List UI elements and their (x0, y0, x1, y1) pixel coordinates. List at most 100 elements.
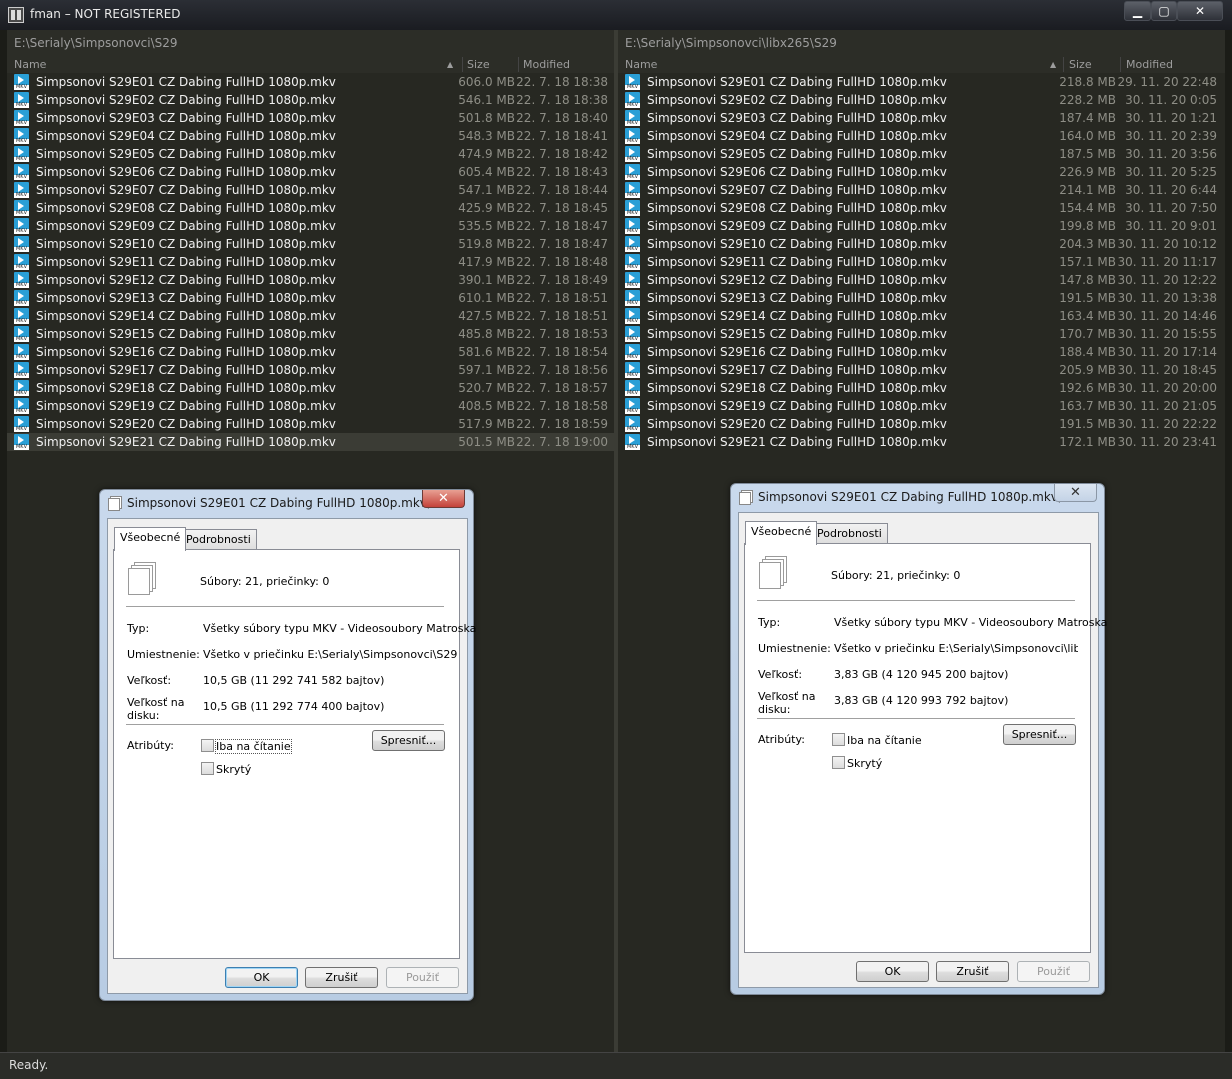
dialog-title: Simpsonovi S29E01 CZ Dabing FullHD 1080p… (127, 496, 462, 510)
file-row[interactable]: Simpsonovi S29E12 CZ Dabing FullHD 1080p… (7, 271, 614, 289)
tab-details[interactable]: Podrobnosti (811, 523, 888, 545)
file-row[interactable]: Simpsonovi S29E14 CZ Dabing FullHD 1080p… (618, 307, 1225, 325)
readonly-label[interactable]: Iba na čítanie (847, 734, 922, 747)
file-row[interactable]: Simpsonovi S29E18 CZ Dabing FullHD 1080p… (618, 379, 1225, 397)
file-row[interactable]: Simpsonovi S29E06 CZ Dabing FullHD 1080p… (618, 163, 1225, 181)
file-list[interactable]: Simpsonovi S29E01 CZ Dabing FullHD 1080p… (618, 73, 1225, 451)
file-row[interactable]: Simpsonovi S29E12 CZ Dabing FullHD 1080p… (618, 271, 1225, 289)
column-name[interactable]: Name (14, 56, 46, 73)
mkv-file-icon (14, 308, 29, 324)
column-modified[interactable]: Modified (523, 56, 570, 73)
file-row[interactable]: Simpsonovi S29E20 CZ Dabing FullHD 1080p… (7, 415, 614, 433)
file-name: Simpsonovi S29E01 CZ Dabing FullHD 1080p… (647, 75, 947, 89)
file-row[interactable]: Simpsonovi S29E17 CZ Dabing FullHD 1080p… (618, 361, 1225, 379)
file-size: 535.5 MB (458, 219, 515, 233)
close-window-button[interactable]: ✕ (1177, 1, 1223, 21)
file-row[interactable]: Simpsonovi S29E02 CZ Dabing FullHD 1080p… (7, 91, 614, 109)
hidden-checkbox[interactable] (832, 756, 845, 769)
file-name: Simpsonovi S29E11 CZ Dabing FullHD 1080p… (647, 255, 947, 269)
readonly-checkbox[interactable] (832, 733, 845, 746)
dialog-close-button[interactable]: ✕ (422, 490, 465, 508)
column-separator[interactable] (1063, 57, 1064, 72)
size-on-disk-label: Veľkosť na (758, 690, 816, 703)
advanced-button[interactable]: Spresniť... (1003, 724, 1076, 745)
apply-button[interactable]: Použiť (1017, 961, 1090, 982)
file-row[interactable]: Simpsonovi S29E03 CZ Dabing FullHD 1080p… (618, 109, 1225, 127)
window-title: fman – NOT REGISTERED (30, 7, 181, 21)
hidden-checkbox[interactable] (201, 762, 214, 775)
column-size[interactable]: Size (467, 56, 490, 73)
cancel-button[interactable]: Zrušiť (305, 967, 378, 988)
minimize-button[interactable]: ▁ (1124, 1, 1151, 21)
file-row[interactable]: Simpsonovi S29E01 CZ Dabing FullHD 1080p… (618, 73, 1225, 91)
file-list[interactable]: Simpsonovi S29E01 CZ Dabing FullHD 1080p… (7, 73, 614, 451)
file-row[interactable]: Simpsonovi S29E17 CZ Dabing FullHD 1080p… (7, 361, 614, 379)
hidden-label[interactable]: Skrytý (216, 763, 251, 776)
column-name[interactable]: Name (625, 56, 657, 73)
file-row[interactable]: Simpsonovi S29E05 CZ Dabing FullHD 1080p… (618, 145, 1225, 163)
file-row[interactable]: Simpsonovi S29E10 CZ Dabing FullHD 1080p… (7, 235, 614, 253)
readonly-checkbox[interactable] (201, 739, 214, 752)
file-row[interactable]: Simpsonovi S29E14 CZ Dabing FullHD 1080p… (7, 307, 614, 325)
file-size: 164.0 MB (1059, 129, 1116, 143)
file-row[interactable]: Simpsonovi S29E10 CZ Dabing FullHD 1080p… (618, 235, 1225, 253)
file-row[interactable]: Simpsonovi S29E01 CZ Dabing FullHD 1080p… (7, 73, 614, 91)
ok-button[interactable]: OK (856, 961, 929, 982)
readonly-label[interactable]: Iba na čítanie (215, 739, 292, 754)
file-row[interactable]: Simpsonovi S29E08 CZ Dabing FullHD 1080p… (7, 199, 614, 217)
file-row[interactable]: Simpsonovi S29E11 CZ Dabing FullHD 1080p… (618, 253, 1225, 271)
file-modified: 30. 11. 20 5:25 (1125, 165, 1217, 179)
properties-dialog-right[interactable]: Simpsonovi S29E01 CZ Dabing FullHD 1080p… (730, 483, 1107, 995)
file-row[interactable]: Simpsonovi S29E04 CZ Dabing FullHD 1080p… (618, 127, 1225, 145)
file-row[interactable]: Simpsonovi S29E04 CZ Dabing FullHD 1080p… (7, 127, 614, 145)
path-bar[interactable]: E:\Serialy\Simpsonovci\libx265\S29 (618, 30, 1225, 56)
file-row[interactable]: Simpsonovi S29E09 CZ Dabing FullHD 1080p… (7, 217, 614, 235)
apply-button[interactable]: Použiť (386, 967, 459, 988)
file-name: Simpsonovi S29E19 CZ Dabing FullHD 1080p… (647, 399, 947, 413)
file-modified: 30. 11. 20 22:22 (1117, 417, 1217, 431)
ok-button[interactable]: OK (225, 967, 298, 988)
properties-dialog-left[interactable]: Simpsonovi S29E01 CZ Dabing FullHD 1080p… (99, 489, 476, 1001)
file-row[interactable]: Simpsonovi S29E08 CZ Dabing FullHD 1080p… (618, 199, 1225, 217)
file-row[interactable]: Simpsonovi S29E07 CZ Dabing FullHD 1080p… (618, 181, 1225, 199)
file-row[interactable]: Simpsonovi S29E13 CZ Dabing FullHD 1080p… (618, 289, 1225, 307)
file-row[interactable]: Simpsonovi S29E02 CZ Dabing FullHD 1080p… (618, 91, 1225, 109)
file-row[interactable]: Simpsonovi S29E09 CZ Dabing FullHD 1080p… (618, 217, 1225, 235)
column-separator[interactable] (1120, 57, 1121, 72)
maximize-button[interactable]: ▢ (1151, 1, 1177, 21)
column-modified[interactable]: Modified (1126, 56, 1173, 73)
mkv-file-icon (14, 92, 29, 108)
advanced-button[interactable]: Spresniť... (372, 730, 445, 751)
file-row[interactable]: Simpsonovi S29E03 CZ Dabing FullHD 1080p… (7, 109, 614, 127)
file-row[interactable]: Simpsonovi S29E19 CZ Dabing FullHD 1080p… (618, 397, 1225, 415)
file-row[interactable]: Simpsonovi S29E06 CZ Dabing FullHD 1080p… (7, 163, 614, 181)
file-size: 163.4 MB (1059, 309, 1116, 323)
hidden-label[interactable]: Skrytý (847, 757, 882, 770)
tab-details[interactable]: Podrobnosti (180, 529, 257, 551)
file-row[interactable]: Simpsonovi S29E21 CZ Dabing FullHD 1080p… (7, 433, 614, 451)
file-row[interactable]: Simpsonovi S29E18 CZ Dabing FullHD 1080p… (7, 379, 614, 397)
file-row[interactable]: Simpsonovi S29E15 CZ Dabing FullHD 1080p… (7, 325, 614, 343)
dialog-close-button[interactable]: ✕ (1054, 484, 1097, 502)
mkv-file-icon (14, 110, 29, 126)
column-separator[interactable] (518, 57, 519, 72)
file-name: Simpsonovi S29E05 CZ Dabing FullHD 1080p… (647, 147, 947, 161)
file-row[interactable]: Simpsonovi S29E16 CZ Dabing FullHD 1080p… (7, 343, 614, 361)
tab-panel: Súbory: 21, priečinky: 0 Typ: Všetky súb… (113, 549, 476, 959)
file-row[interactable]: Simpsonovi S29E16 CZ Dabing FullHD 1080p… (618, 343, 1225, 361)
mkv-file-icon (625, 164, 640, 180)
file-row[interactable]: Simpsonovi S29E05 CZ Dabing FullHD 1080p… (7, 145, 614, 163)
path-bar[interactable]: E:\Serialy\Simpsonovci\S29 (7, 30, 614, 56)
file-row[interactable]: Simpsonovi S29E19 CZ Dabing FullHD 1080p… (7, 397, 614, 415)
file-row[interactable]: Simpsonovi S29E15 CZ Dabing FullHD 1080p… (618, 325, 1225, 343)
column-size[interactable]: Size (1069, 56, 1092, 73)
cancel-button[interactable]: Zrušiť (936, 961, 1009, 982)
tab-general[interactable]: Všeobecné (745, 521, 818, 545)
file-row[interactable]: Simpsonovi S29E21 CZ Dabing FullHD 1080p… (618, 433, 1225, 451)
file-row[interactable]: Simpsonovi S29E07 CZ Dabing FullHD 1080p… (7, 181, 614, 199)
file-row[interactable]: Simpsonovi S29E20 CZ Dabing FullHD 1080p… (618, 415, 1225, 433)
file-row[interactable]: Simpsonovi S29E11 CZ Dabing FullHD 1080p… (7, 253, 614, 271)
file-row[interactable]: Simpsonovi S29E13 CZ Dabing FullHD 1080p… (7, 289, 614, 307)
column-separator[interactable] (462, 57, 463, 72)
tab-general[interactable]: Všeobecné (114, 527, 187, 551)
